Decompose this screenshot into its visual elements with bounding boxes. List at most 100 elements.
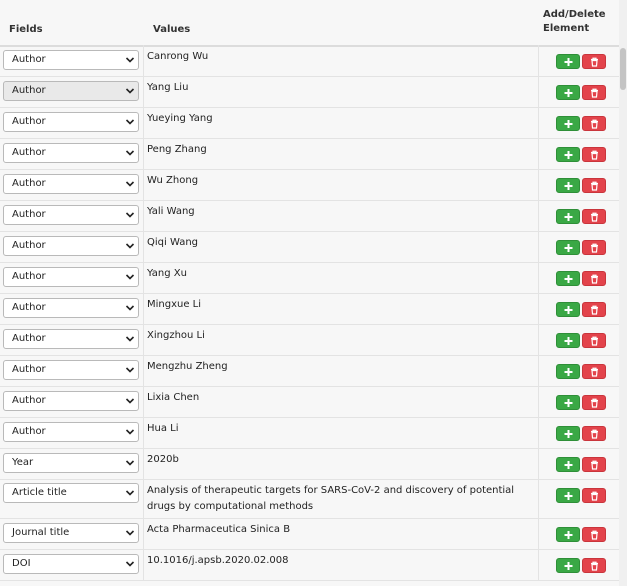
field-select[interactable]: Author — [3, 391, 139, 411]
field-select-value: Author — [12, 333, 46, 344]
delete-element-button[interactable] — [582, 457, 606, 472]
field-select[interactable]: Journal title — [3, 523, 139, 543]
add-element-button[interactable] — [556, 209, 580, 224]
field-select-value: Author — [12, 209, 46, 220]
field-value: Acta Pharmaceutica Sinica B — [147, 524, 291, 535]
trash-icon — [591, 336, 598, 346]
field-value: Yang Liu — [147, 82, 189, 93]
chevron-down-icon — [125, 561, 135, 567]
table-row: Author Yang Xu — [0, 262, 619, 294]
chevron-down-icon — [125, 530, 135, 536]
trash-icon — [591, 530, 598, 540]
trash-icon — [591, 491, 598, 501]
add-element-button[interactable] — [556, 558, 580, 573]
field-select[interactable]: Author — [3, 360, 139, 380]
field-value: Yueying Yang — [147, 113, 213, 124]
field-select-value: Author — [12, 271, 46, 282]
delete-element-button[interactable] — [582, 54, 606, 69]
add-element-button[interactable] — [556, 116, 580, 131]
field-select[interactable]: Author — [3, 205, 139, 225]
table-row: Author Yang Liu — [0, 76, 619, 108]
delete-element-button[interactable] — [582, 147, 606, 162]
plus-icon — [564, 461, 573, 469]
delete-element-button[interactable] — [582, 364, 606, 379]
trash-icon — [591, 274, 598, 284]
delete-element-button[interactable] — [582, 178, 606, 193]
add-element-button[interactable] — [556, 333, 580, 348]
field-value: Qiqi Wang — [147, 237, 199, 248]
field-select[interactable]: Author — [3, 81, 139, 101]
delete-element-button[interactable] — [582, 85, 606, 100]
vertical-scrollbar[interactable] — [619, 0, 627, 586]
field-select[interactable]: Year — [3, 453, 139, 473]
delete-element-button[interactable] — [582, 488, 606, 503]
add-element-button[interactable] — [556, 364, 580, 379]
delete-element-button[interactable] — [582, 116, 606, 131]
delete-element-button[interactable] — [582, 271, 606, 286]
add-element-button[interactable] — [556, 178, 580, 193]
add-element-button[interactable] — [556, 147, 580, 162]
field-select-value: Author — [12, 302, 46, 313]
plus-icon — [564, 399, 573, 407]
delete-element-button[interactable] — [582, 302, 606, 317]
add-element-button[interactable] — [556, 395, 580, 410]
field-value: 2020b — [147, 454, 179, 465]
scrollbar-thumb[interactable] — [620, 48, 626, 90]
chevron-down-icon — [125, 490, 135, 496]
field-select[interactable]: Author — [3, 174, 139, 194]
field-value-line1: Analysis of therapeutic targets for SARS… — [147, 485, 515, 496]
delete-element-button[interactable] — [582, 395, 606, 410]
field-select-value: Author — [12, 240, 46, 251]
table-row: Author Canrong Wu — [0, 45, 619, 77]
field-value: Yali Wang — [147, 206, 195, 217]
plus-icon — [564, 151, 573, 159]
add-element-button[interactable] — [556, 302, 580, 317]
field-select-value: Author — [12, 147, 46, 158]
field-select-value: Author — [12, 85, 46, 96]
field-select[interactable]: Author — [3, 267, 139, 287]
delete-element-button[interactable] — [582, 209, 606, 224]
add-element-button[interactable] — [556, 457, 580, 472]
table-row: Article title Analysis of therapeutic ta… — [0, 479, 619, 519]
chevron-down-icon — [125, 212, 135, 218]
trash-icon — [591, 243, 598, 253]
chevron-down-icon — [125, 336, 135, 342]
add-element-button[interactable] — [556, 54, 580, 69]
field-select[interactable]: Author — [3, 236, 139, 256]
add-element-button[interactable] — [556, 271, 580, 286]
plus-icon — [564, 182, 573, 190]
plus-icon — [564, 244, 573, 252]
add-element-button[interactable] — [556, 527, 580, 542]
chevron-down-icon — [125, 150, 135, 156]
trash-icon — [591, 181, 598, 191]
field-select[interactable]: Author — [3, 112, 139, 132]
field-select[interactable]: DOI — [3, 554, 139, 574]
field-select[interactable]: Author — [3, 298, 139, 318]
field-value: Canrong Wu — [147, 51, 209, 62]
field-select[interactable]: Author — [3, 422, 139, 442]
field-select[interactable]: Author — [3, 143, 139, 163]
field-select[interactable]: Author — [3, 50, 139, 70]
delete-element-button[interactable] — [582, 333, 606, 348]
trash-icon — [591, 150, 598, 160]
delete-element-button[interactable] — [582, 527, 606, 542]
table-row: Author Mingxue Li — [0, 293, 619, 325]
trash-icon — [591, 460, 598, 470]
field-select-value: Author — [12, 116, 46, 127]
table-header: Fields Values Add/Delete Element — [0, 0, 619, 47]
trash-icon — [591, 561, 598, 571]
table-row: DOI 10.1016/j.apsb.2020.02.008 — [0, 549, 619, 581]
delete-element-button[interactable] — [582, 426, 606, 441]
field-select[interactable]: Article title — [3, 483, 139, 503]
add-element-button[interactable] — [556, 488, 580, 503]
add-element-button[interactable] — [556, 426, 580, 441]
field-select[interactable]: Author — [3, 329, 139, 349]
delete-element-button[interactable] — [582, 558, 606, 573]
delete-element-button[interactable] — [582, 240, 606, 255]
add-element-button[interactable] — [556, 240, 580, 255]
chevron-down-icon — [125, 88, 135, 94]
field-value: Hua Li — [147, 423, 179, 434]
add-element-button[interactable] — [556, 85, 580, 100]
table-row: Author Yueying Yang — [0, 107, 619, 139]
plus-icon — [564, 430, 573, 438]
